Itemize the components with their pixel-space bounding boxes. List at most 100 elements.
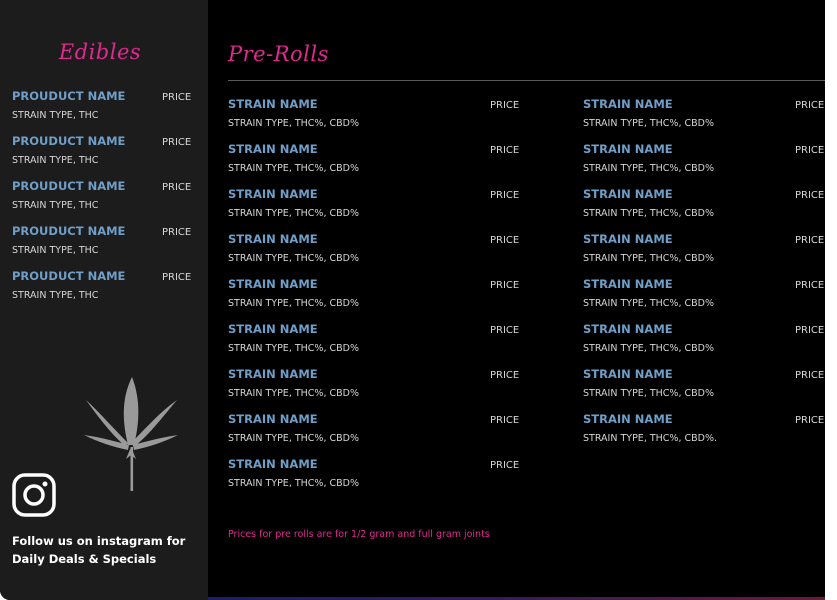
pricing-note: Prices for pre rolls are for 1/2 gram an… <box>228 529 490 540</box>
strain-detail: STRAIN TYPE, THC%, CBD% <box>228 388 359 399</box>
strain-name: STRAIN NAME <box>228 322 318 336</box>
strain-price: PRICE <box>795 415 825 426</box>
follow-line-2: Daily Deals & Specials <box>12 552 157 566</box>
product-price: PRICE <box>162 182 192 193</box>
follow-line-1: Follow us on instagram for <box>12 534 186 548</box>
instagram-follow-text: Follow us on instagram for Daily Deals &… <box>12 532 202 568</box>
strain-detail: STRAIN TYPE, THC%, CBD% <box>228 163 359 174</box>
strain-item: STRAIN NAME PRICE STRAIN TYPE, THC%, CBD… <box>583 322 825 367</box>
edible-item: PROUDUCT NAME PRICE STRAIN TYPE, THC <box>12 269 192 314</box>
title-divider <box>228 80 825 81</box>
edible-item: PROUDUCT NAME PRICE STRAIN TYPE, THC <box>12 224 192 269</box>
strain-price: PRICE <box>490 145 520 156</box>
strain-item: STRAIN NAME PRICE STRAIN TYPE, THC%, CBD… <box>583 187 825 232</box>
strain-item: STRAIN NAME PRICE STRAIN TYPE, THC%, CBD… <box>583 367 825 412</box>
strain-detail: STRAIN TYPE, THC%, CBD% <box>583 298 714 309</box>
prerolls-column-right: STRAIN NAME PRICE STRAIN TYPE, THC%, CBD… <box>583 97 825 457</box>
strain-name: STRAIN NAME <box>228 232 318 246</box>
strain-price: PRICE <box>795 235 825 246</box>
product-detail: STRAIN TYPE, THC <box>12 290 99 301</box>
strain-name: STRAIN NAME <box>228 277 318 291</box>
product-price: PRICE <box>162 92 192 103</box>
strain-price: PRICE <box>795 370 825 381</box>
strain-detail: STRAIN TYPE, THC%, CBD% <box>228 118 359 129</box>
strain-name: STRAIN NAME <box>228 367 318 381</box>
strain-name: STRAIN NAME <box>228 412 318 426</box>
edibles-sidebar: Edibles PROUDUCT NAME PRICE STRAIN TYPE,… <box>0 0 208 600</box>
product-detail: STRAIN TYPE, THC <box>12 110 99 121</box>
strain-detail: STRAIN TYPE, THC%, CBD% <box>228 433 359 444</box>
strain-item: STRAIN NAME PRICE STRAIN TYPE, THC%, CBD… <box>228 277 528 322</box>
strain-item: STRAIN NAME PRICE STRAIN TYPE, THC%, CBD… <box>583 97 825 142</box>
edible-item: PROUDUCT NAME PRICE STRAIN TYPE, THC <box>12 179 192 224</box>
product-price: PRICE <box>162 272 192 283</box>
strain-price: PRICE <box>490 280 520 291</box>
strain-price: PRICE <box>490 190 520 201</box>
strain-name: STRAIN NAME <box>583 97 673 111</box>
product-price: PRICE <box>162 137 192 148</box>
strain-price: PRICE <box>490 100 520 111</box>
product-price: PRICE <box>162 227 192 238</box>
strain-detail: STRAIN TYPE, THC%, CBD% <box>583 253 714 264</box>
product-detail: STRAIN TYPE, THC <box>12 245 99 256</box>
strain-detail: STRAIN TYPE, THC%, CBD% <box>228 478 359 489</box>
strain-name: STRAIN NAME <box>228 187 318 201</box>
strain-name: STRAIN NAME <box>228 457 318 471</box>
strain-detail: STRAIN TYPE, THC%, CBD% <box>228 253 359 264</box>
menu-board: Edibles PROUDUCT NAME PRICE STRAIN TYPE,… <box>0 0 825 600</box>
strain-price: PRICE <box>795 325 825 336</box>
strain-item: STRAIN NAME PRICE STRAIN TYPE, THC%, CBD… <box>228 97 528 142</box>
strain-name: STRAIN NAME <box>583 412 673 426</box>
strain-detail: STRAIN TYPE, THC%, CBD% <box>583 343 714 354</box>
strain-price: PRICE <box>490 415 520 426</box>
product-name: PROUDUCT NAME <box>12 134 126 148</box>
strain-price: PRICE <box>490 325 520 336</box>
strain-detail: STRAIN TYPE, THC%, CBD% <box>583 388 714 399</box>
strain-name: STRAIN NAME <box>583 187 673 201</box>
strain-item: STRAIN NAME PRICE STRAIN TYPE, THC%, CBD… <box>583 277 825 322</box>
strain-name: STRAIN NAME <box>583 142 673 156</box>
cannabis-leaf-icon <box>84 377 178 491</box>
edibles-title: Edibles <box>58 40 142 64</box>
strain-price: PRICE <box>795 280 825 291</box>
strain-price: PRICE <box>490 235 520 246</box>
edible-item: PROUDUCT NAME PRICE STRAIN TYPE, THC <box>12 134 192 179</box>
strain-detail: STRAIN TYPE, THC%, CBD% <box>228 298 359 309</box>
strain-name: STRAIN NAME <box>583 277 673 291</box>
strain-item: STRAIN NAME PRICE STRAIN TYPE, THC%, CBD… <box>583 232 825 277</box>
strain-detail: STRAIN TYPE, THC%, CBD% <box>583 208 714 219</box>
strain-detail: STRAIN TYPE, THC%, CBD% <box>583 163 714 174</box>
product-name: PROUDUCT NAME <box>12 224 126 238</box>
strain-name: STRAIN NAME <box>228 97 318 111</box>
strain-item: STRAIN NAME PRICE STRAIN TYPE, THC%, CBD… <box>583 412 825 457</box>
edibles-list: PROUDUCT NAME PRICE STRAIN TYPE, THC PRO… <box>12 89 192 314</box>
strain-price: PRICE <box>490 370 520 381</box>
product-name: PROUDUCT NAME <box>12 269 126 283</box>
strain-item: STRAIN NAME PRICE STRAIN TYPE, THC%, CBD… <box>228 142 528 187</box>
strain-item: STRAIN NAME PRICE STRAIN TYPE, THC%, CBD… <box>228 232 528 277</box>
strain-name: STRAIN NAME <box>583 322 673 336</box>
strain-item: STRAIN NAME PRICE STRAIN TYPE, THC%, CBD… <box>228 187 528 232</box>
edible-item: PROUDUCT NAME PRICE STRAIN TYPE, THC <box>12 89 192 134</box>
strain-item: STRAIN NAME PRICE STRAIN TYPE, THC%, CBD… <box>228 412 528 457</box>
strain-item: STRAIN NAME PRICE STRAIN TYPE, THC%, CBD… <box>583 142 825 187</box>
instagram-icon[interactable] <box>12 473 56 517</box>
strain-detail: STRAIN TYPE, THC%, CBD% <box>583 118 714 129</box>
strain-item: STRAIN NAME PRICE STRAIN TYPE, THC%, CBD… <box>228 367 528 412</box>
strain-name: STRAIN NAME <box>583 232 673 246</box>
strain-detail: STRAIN TYPE, THC%, CBD% <box>228 343 359 354</box>
strain-detail: STRAIN TYPE, THC%, CBD%. <box>583 433 718 444</box>
prerolls-title: Pre-Rolls <box>228 42 329 66</box>
strain-price: PRICE <box>795 190 825 201</box>
product-name: PROUDUCT NAME <box>12 179 126 193</box>
strain-item: STRAIN NAME PRICE STRAIN TYPE, THC%, CBD… <box>228 457 528 502</box>
strain-name: STRAIN NAME <box>583 367 673 381</box>
strain-price: PRICE <box>490 460 520 471</box>
product-name: PROUDUCT NAME <box>12 89 126 103</box>
product-detail: STRAIN TYPE, THC <box>12 200 99 211</box>
strain-price: PRICE <box>795 145 825 156</box>
strain-name: STRAIN NAME <box>228 142 318 156</box>
prerolls-column-left: STRAIN NAME PRICE STRAIN TYPE, THC%, CBD… <box>228 97 528 502</box>
strain-detail: STRAIN TYPE, THC%, CBD% <box>228 208 359 219</box>
strain-price: PRICE <box>795 100 825 111</box>
